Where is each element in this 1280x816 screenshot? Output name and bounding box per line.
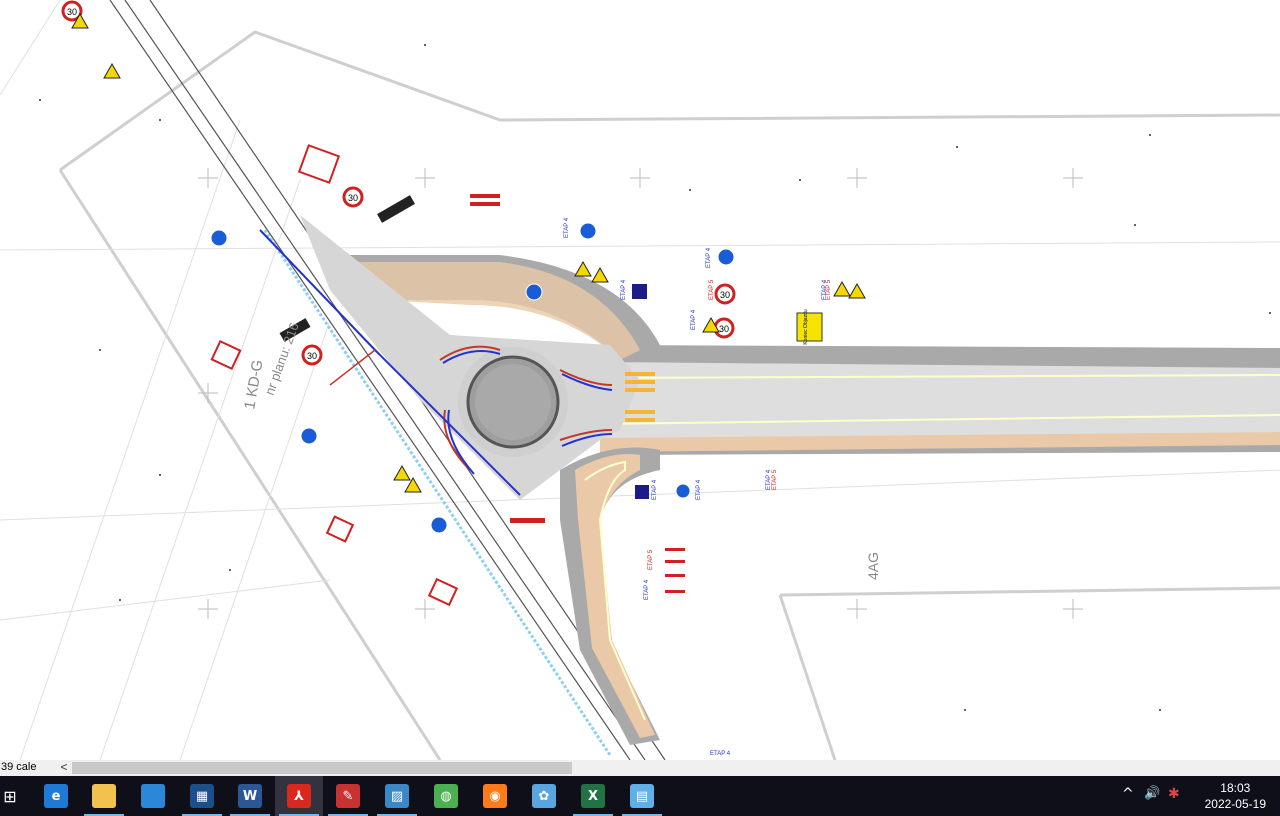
speed-limit-sign: 30	[713, 317, 735, 339]
notepad-icon: ▤	[630, 784, 654, 808]
warning-sign-icon	[848, 282, 866, 299]
taskbar-file-explorer-button[interactable]	[80, 776, 128, 816]
taskbar-acrobat-button[interactable]: ⅄	[275, 776, 323, 816]
direction-sign-icon	[579, 222, 597, 240]
scroll-left-button[interactable]: <	[57, 760, 71, 776]
store-icon	[141, 784, 165, 808]
info-sign-icon	[635, 485, 649, 499]
road-plan-drawing: 30 30 30 30 30 Koniec Objazdu ETAP 4 ETA…	[0, 0, 1280, 760]
svg-text:ETAP 4: ETAP 4	[564, 217, 570, 238]
svg-text:ETAP 5: ETAP 5	[709, 279, 715, 300]
volume-icon[interactable]: 🔊	[1144, 786, 1160, 801]
svg-text:ETAP 5: ETAP 5	[648, 549, 654, 570]
speed-limit-sign: 30	[301, 344, 323, 366]
area-label-4ag: 4AG	[865, 552, 881, 580]
system-tray: ^ 🔊 ✱ 18:03 2022-05-19	[1120, 776, 1280, 816]
direction-sign-icon	[300, 427, 318, 445]
svg-text:ETAP 4: ETAP 4	[691, 309, 697, 330]
direction-sign-icon	[210, 229, 228, 247]
svg-text:ETAP 4: ETAP 4	[696, 479, 702, 500]
scale-readout: 39 cale	[1, 761, 37, 773]
app-viewer-icon: ▦	[190, 784, 214, 808]
svg-text:ETAP 4: ETAP 4	[621, 279, 627, 300]
svg-text:ETAP 5: ETAP 5	[826, 279, 832, 300]
svg-text:30: 30	[719, 324, 729, 334]
direction-sign-icon	[675, 483, 691, 499]
taskbar-word-button[interactable]: W	[226, 776, 274, 816]
task-view-button[interactable]: ⊞	[0, 776, 20, 816]
direction-sign-icon	[525, 283, 543, 301]
clock-time: 18:03	[1220, 781, 1251, 795]
svg-text:30: 30	[720, 290, 730, 300]
direction-sign-icon	[430, 516, 448, 534]
edge-icon: e	[44, 784, 68, 808]
end-of-detour-sign: Koniec Objazdu	[796, 309, 823, 345]
acrobat-icon: ⅄	[287, 784, 311, 808]
warning-sign-icon	[833, 280, 851, 297]
svg-text:ETAP 5: ETAP 5	[772, 469, 778, 490]
drawing-viewport[interactable]: 30 30 30 30 30 Koniec Objazdu ETAP 4 ETA…	[0, 0, 1280, 760]
show-hidden-icons-chevron-icon[interactable]: ^	[1122, 786, 1134, 802]
chrome-icon: ◍	[434, 784, 458, 808]
taskbar-excel-button[interactable]: X	[569, 776, 617, 816]
clock-date: 2022-05-19	[1204, 797, 1266, 811]
taskbar-firefox-button[interactable]: ◉	[471, 776, 519, 816]
pdf-tool-icon: ✎	[336, 784, 360, 808]
photos-icon: ▨	[385, 784, 409, 808]
svg-text:ETAP 4: ETAP 4	[644, 579, 650, 600]
info-sign-icon	[632, 284, 647, 299]
taskbar-app-viewer-button[interactable]: ▦	[178, 776, 226, 816]
dropbox-icon[interactable]: ✱	[1168, 786, 1180, 802]
taskbar-store-button[interactable]	[129, 776, 177, 816]
taskbar-edge-button[interactable]: e	[32, 776, 80, 816]
clock[interactable]: 18:03 2022-05-19	[1205, 780, 1266, 812]
svg-text:30: 30	[307, 351, 317, 361]
word-icon: W	[238, 784, 262, 808]
status-bar: 39 cale <	[0, 760, 1280, 776]
svg-text:30: 30	[67, 7, 77, 17]
svg-text:30: 30	[348, 193, 358, 203]
warning-sign-icon	[591, 266, 609, 283]
svg-text:ETAP 4: ETAP 4	[652, 479, 658, 500]
svg-text:ETAP 4: ETAP 4	[706, 247, 712, 268]
taskbar-paint-button[interactable]: ✿	[520, 776, 568, 816]
horizontal-scrollbar-thumb[interactable]	[72, 762, 572, 774]
excel-icon: X	[581, 784, 605, 808]
warning-sign-icon	[393, 464, 411, 481]
file-explorer-icon	[92, 784, 116, 808]
road-label-kdg: 1 KD-G	[241, 358, 266, 410]
taskbar-photos-button[interactable]: ▨	[373, 776, 421, 816]
speed-limit-sign: 30	[342, 186, 364, 208]
svg-text:ETAP 4: ETAP 4	[710, 751, 731, 757]
svg-text:Koniec Objazdu: Koniec Objazdu	[803, 309, 809, 345]
warning-sign-icon	[103, 62, 121, 79]
warning-sign-icon	[574, 260, 592, 277]
firefox-icon: ◉	[483, 784, 507, 808]
task-view-icon: ⊞	[3, 786, 17, 806]
speed-limit-sign: 30	[714, 283, 736, 305]
windows-taskbar: ⊞ e ▦ W ⅄ ✎ ▨ ◍ ◉ ✿ X ▤	[0, 776, 1280, 816]
direction-sign-icon	[717, 248, 735, 266]
taskbar-chrome-button[interactable]: ◍	[422, 776, 470, 816]
taskbar-pdf-tool-button[interactable]: ✎	[324, 776, 372, 816]
paint-icon: ✿	[532, 784, 556, 808]
taskbar-notepad-button[interactable]: ▤	[618, 776, 666, 816]
